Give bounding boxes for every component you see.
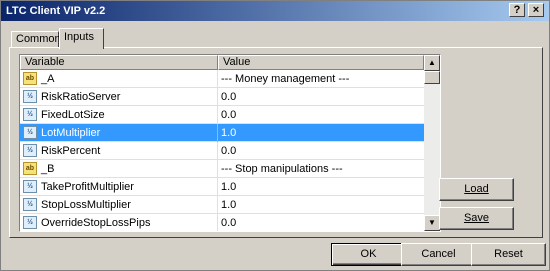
numeric-icon: ½ — [23, 180, 37, 193]
variable-name: _A — [41, 73, 55, 85]
table-row[interactable]: ½ RiskRatioServer 0.0 — [20, 88, 424, 106]
string-icon: ab — [23, 72, 37, 85]
variable-value[interactable]: 0.0 — [221, 106, 236, 124]
variable-name: RiskPercent — [41, 145, 101, 157]
help-button[interactable]: ? — [509, 3, 525, 17]
reset-button[interactable]: Reset — [471, 243, 546, 266]
numeric-icon: ½ — [23, 90, 37, 103]
table-row[interactable]: ab _A --- Money management --- — [20, 70, 424, 88]
table-row[interactable]: ½ OverrideStopLossPips 0.0 — [20, 214, 424, 231]
column-divider — [217, 178, 218, 196]
inputs-panel: Variable Value ▲ ▼ ab _A --- Money managem… — [9, 47, 543, 238]
numeric-icon: ½ — [23, 126, 37, 139]
table-row[interactable]: ½ RiskPercent 0.0 — [20, 142, 424, 160]
variable-name: RiskRatioServer — [41, 91, 121, 103]
tab-inputs[interactable]: Inputs — [59, 28, 104, 49]
numeric-icon: ½ — [23, 108, 37, 121]
ok-button[interactable]: OK — [331, 243, 406, 266]
window-title: LTC Client VIP v2.2 — [6, 5, 106, 17]
column-header-value[interactable]: Value — [218, 55, 424, 70]
variable-name: TakeProfitMultiplier — [41, 181, 134, 193]
variable-value[interactable]: 1.0 — [221, 124, 236, 142]
column-divider — [217, 214, 218, 231]
scroll-up-icon[interactable]: ▲ — [424, 55, 440, 71]
save-button-label: Save — [463, 212, 490, 224]
variable-name: OverrideStopLossPips — [41, 217, 151, 229]
column-divider — [217, 70, 218, 88]
vertical-scrollbar[interactable]: ▲ ▼ — [424, 55, 440, 231]
numeric-icon: ½ — [23, 216, 37, 229]
numeric-icon: ½ — [23, 144, 37, 157]
variable-value[interactable]: 0.0 — [221, 88, 236, 106]
table-header: Variable Value — [20, 55, 424, 70]
tab-common[interactable]: Common — [11, 31, 61, 48]
variable-name: _B — [41, 163, 55, 175]
load-button-label: Load — [464, 183, 489, 195]
column-divider — [217, 142, 218, 160]
column-divider — [217, 88, 218, 106]
cancel-button[interactable]: Cancel — [401, 243, 476, 266]
variable-value[interactable]: 1.0 — [221, 196, 236, 214]
scroll-down-icon[interactable]: ▼ — [424, 215, 440, 231]
close-button[interactable]: × — [528, 3, 544, 17]
column-divider — [217, 106, 218, 124]
column-divider — [217, 160, 218, 178]
dialog-window: LTC Client VIP v2.2 ? × Common Inputs Va… — [0, 0, 550, 271]
save-button[interactable]: Save — [439, 207, 514, 230]
variable-value[interactable]: --- Stop manipulations --- — [221, 160, 343, 178]
table-row[interactable]: ½ TakeProfitMultiplier 1.0 — [20, 178, 424, 196]
variable-value[interactable]: --- Money management --- — [221, 70, 349, 88]
variable-name: FixedLotSize — [41, 109, 105, 121]
variable-value[interactable]: 0.0 — [221, 142, 236, 160]
variable-value[interactable]: 0.0 — [221, 214, 236, 231]
column-divider — [217, 196, 218, 214]
table-row[interactable]: ½ LotMultiplier 1.0 — [20, 124, 424, 142]
column-divider — [217, 124, 218, 142]
inputs-table: Variable Value ▲ ▼ ab _A --- Money managem… — [19, 54, 441, 232]
scroll-thumb[interactable] — [424, 71, 440, 84]
table-row[interactable]: ½ FixedLotSize 0.0 — [20, 106, 424, 124]
variable-name: StopLossMultiplier — [41, 199, 131, 211]
variable-value[interactable]: 1.0 — [221, 178, 236, 196]
variable-name: LotMultiplier — [41, 127, 101, 139]
table-row[interactable]: ½ StopLossMultiplier 1.0 — [20, 196, 424, 214]
load-button[interactable]: Load — [439, 178, 514, 201]
table-row[interactable]: ab _B --- Stop manipulations --- — [20, 160, 424, 178]
title-bar[interactable]: LTC Client VIP v2.2 ? × — [1, 1, 549, 21]
string-icon: ab — [23, 162, 37, 175]
numeric-icon: ½ — [23, 198, 37, 211]
column-header-variable[interactable]: Variable — [20, 55, 218, 70]
